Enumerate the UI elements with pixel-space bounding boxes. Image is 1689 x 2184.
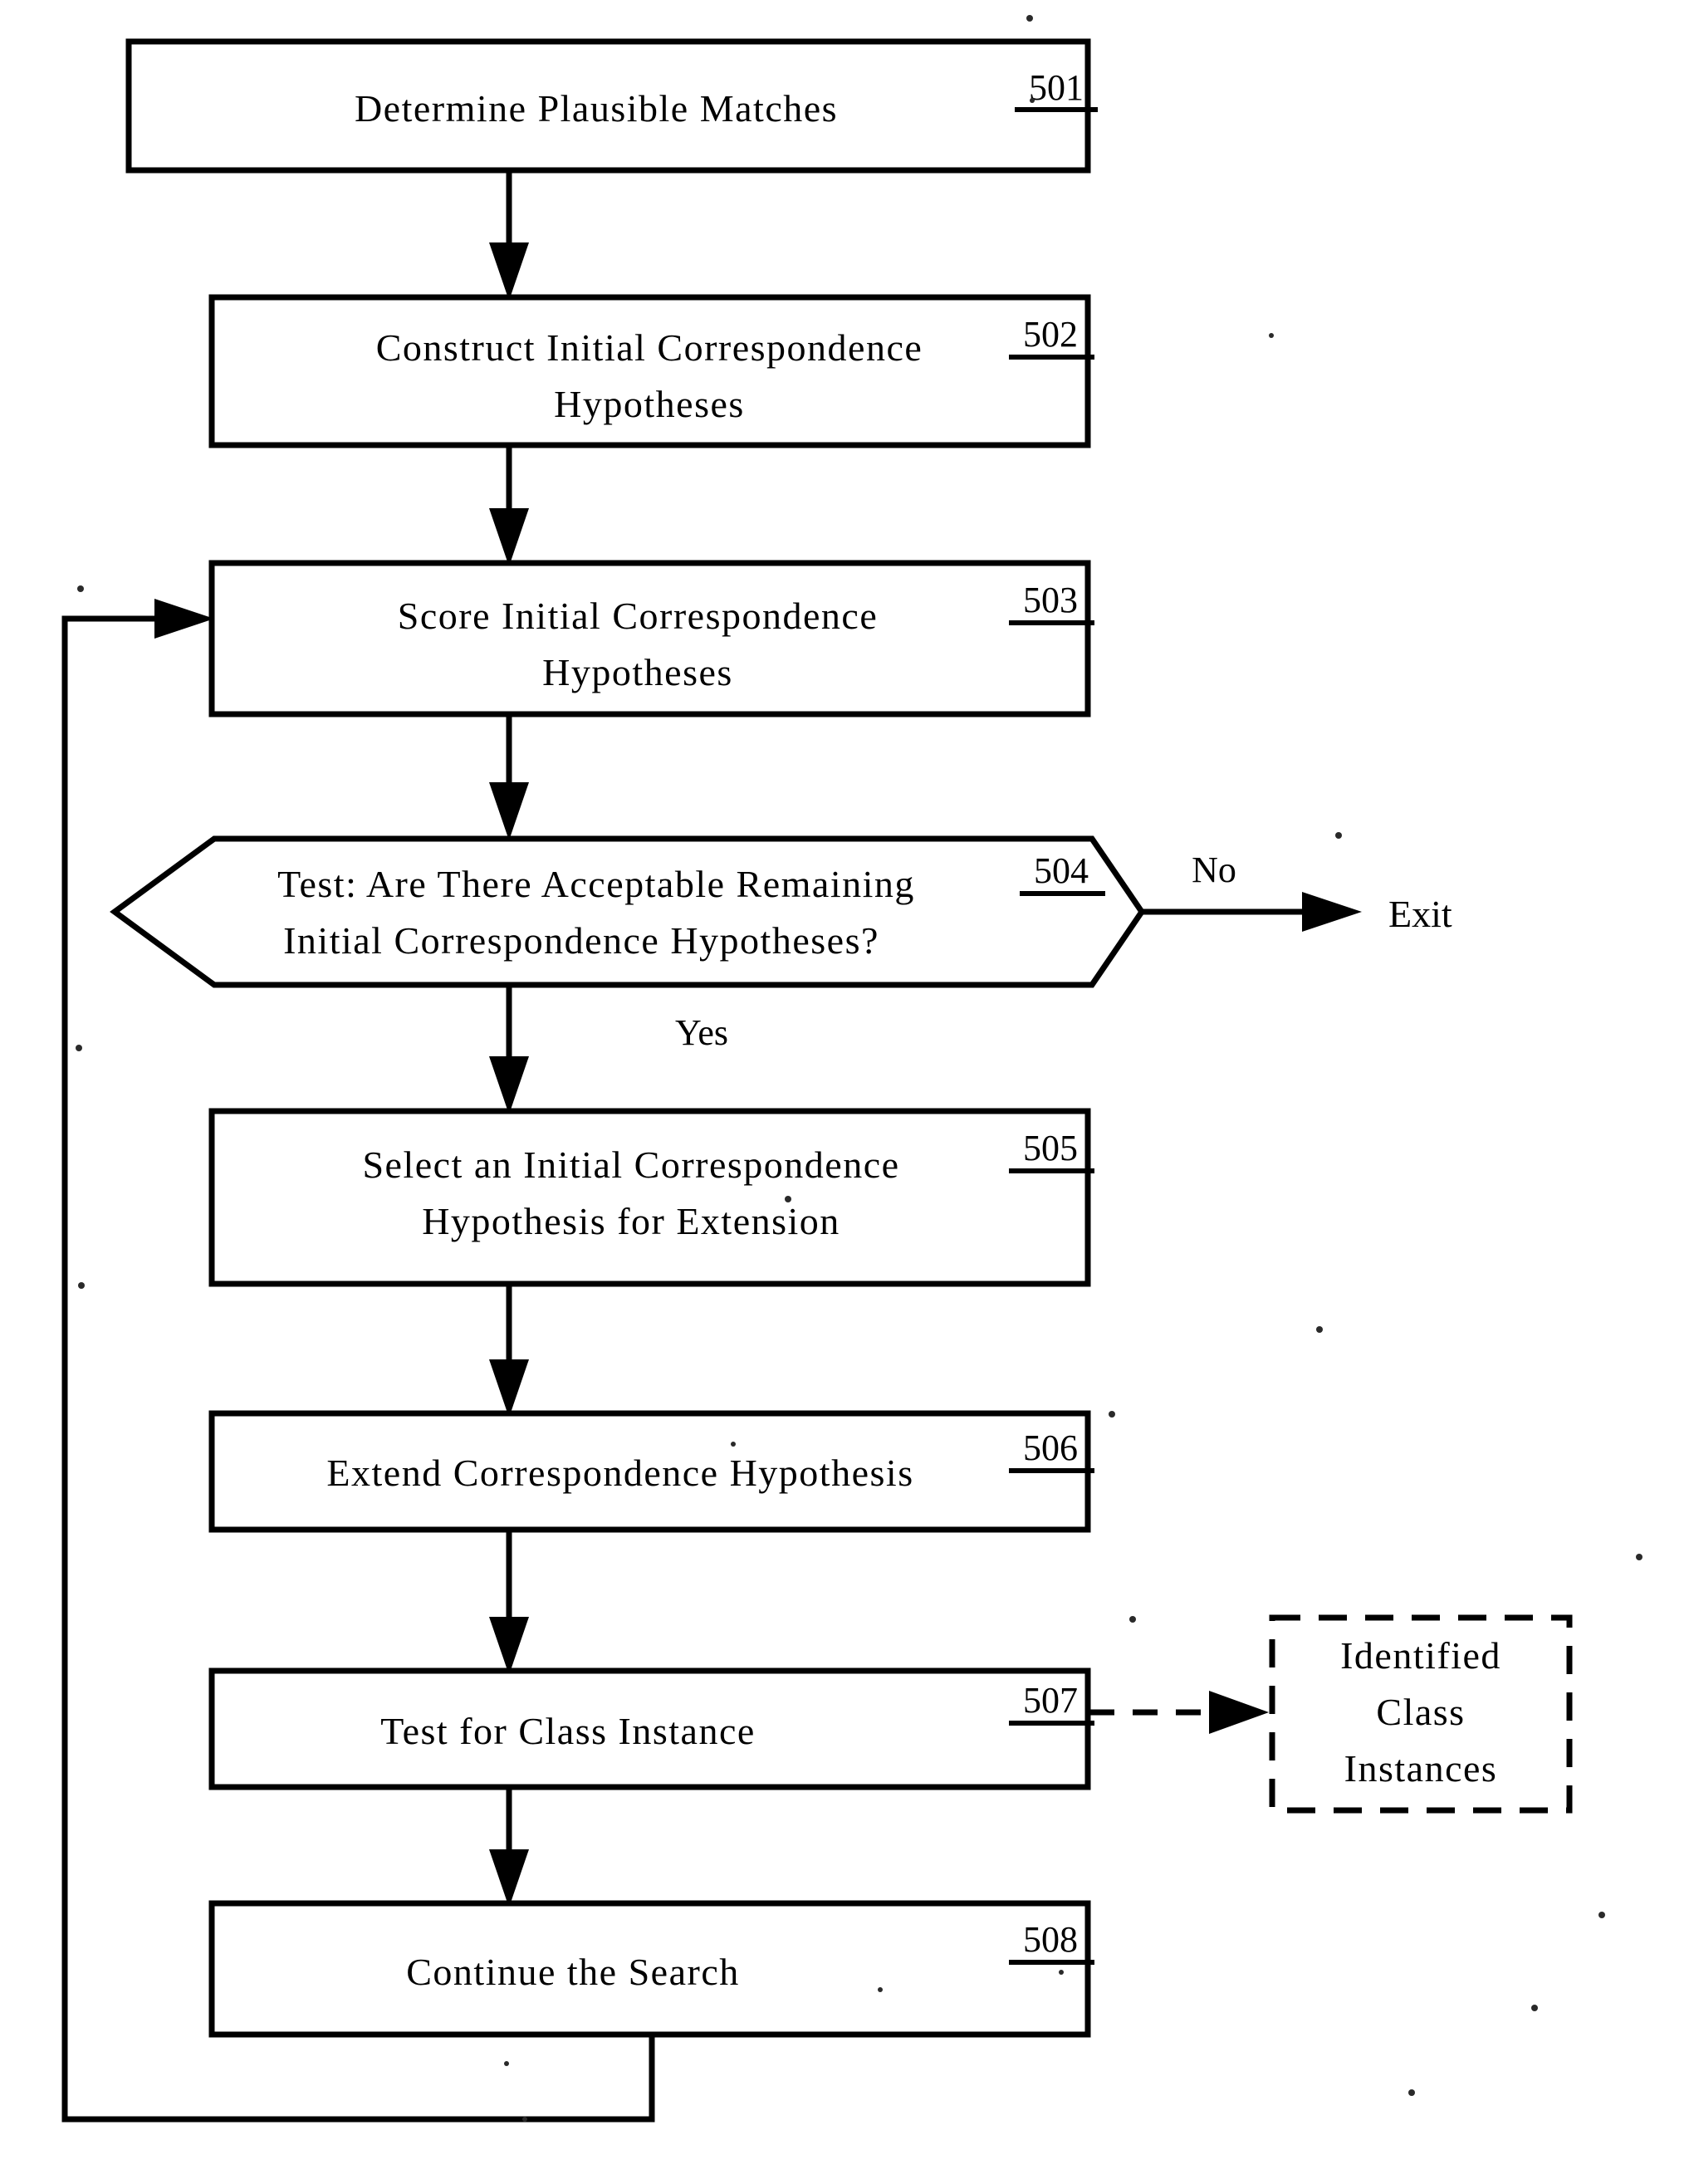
- node-502[interactable]: Construct Initial Correspondence Hypothe…: [208, 294, 1094, 448]
- node-503[interactable]: Score Initial Correspondence Hypotheses …: [208, 560, 1094, 717]
- node-505[interactable]: Select an Initial Correspondence Hypothe…: [208, 1108, 1094, 1287]
- connector-feedback-loop-508-to-503: [61, 599, 655, 2123]
- node-507-ref: 507: [1023, 1680, 1078, 1721]
- node-508[interactable]: Continue the Search 508: [208, 1900, 1094, 2038]
- connector-506-to-507: [489, 1528, 529, 1675]
- node-504-ref: 504: [1034, 850, 1089, 891]
- node-503-line-2: Hypotheses: [542, 651, 733, 693]
- edge-label-no: No: [1192, 850, 1236, 890]
- connector-507-to-identified-class-instances: [1089, 1691, 1269, 1734]
- node-506-ref: 506: [1023, 1427, 1078, 1468]
- node-508-line-1: Continue the Search: [406, 1951, 740, 1993]
- terminal-exit-label: Exit: [1388, 893, 1452, 935]
- node-501[interactable]: Determine Plausible Matches 501: [125, 38, 1098, 174]
- node-503-ref: 503: [1023, 580, 1078, 620]
- node-507-line-1: Test for Class Instance: [380, 1710, 756, 1752]
- flowchart-figure: Determine Plausible Matches 501 Construc…: [0, 0, 1689, 2184]
- identified-class-instances-line-1: Identified: [1340, 1634, 1501, 1677]
- node-identified-class-instances[interactable]: Identified Class Instances: [1269, 1614, 1573, 1814]
- connector-503-to-504: [489, 714, 529, 840]
- connector-507-to-508: [489, 1785, 529, 1907]
- identified-class-instances-line-3: Instances: [1344, 1747, 1498, 1790]
- node-501-line-1: Determine Plausible Matches: [355, 87, 838, 130]
- node-501-ref: 501: [1029, 67, 1084, 108]
- node-504-decision[interactable]: Test: Are There Acceptable Remaining Ini…: [110, 835, 1146, 988]
- node-504-line-1: Test: Are There Acceptable Remaining: [277, 863, 915, 905]
- connector-502-to-503: [489, 443, 529, 566]
- node-502-ref: 502: [1023, 314, 1078, 355]
- node-506-line-1: Extend Correspondence Hypothesis: [326, 1452, 913, 1494]
- node-505-line-2: Hypothesis for Extension: [422, 1200, 840, 1242]
- flowchart-canvas: Determine Plausible Matches 501 Construc…: [61, 15, 1642, 2123]
- node-503-line-1: Score Initial Correspondence: [398, 595, 878, 637]
- node-508-ref: 508: [1023, 1919, 1078, 1960]
- node-506[interactable]: Extend Correspondence Hypothesis 506: [208, 1410, 1094, 1533]
- node-507[interactable]: Test for Class Instance 507: [208, 1667, 1094, 1790]
- identified-class-instances-line-2: Class: [1376, 1691, 1465, 1733]
- edge-label-yes: Yes: [675, 1012, 728, 1053]
- connector-505-to-506: [489, 1283, 529, 1418]
- node-502-line-2: Hypotheses: [554, 383, 745, 425]
- node-505-line-1: Select an Initial Correspondence: [362, 1143, 899, 1186]
- node-505-ref: 505: [1023, 1128, 1078, 1168]
- connector-504-to-505-yes: [489, 986, 529, 1114]
- node-504-line-2: Initial Correspondence Hypotheses?: [283, 919, 879, 962]
- connector-504-to-exit-no: [1142, 892, 1362, 932]
- node-502-line-1: Construct Initial Correspondence: [376, 326, 923, 369]
- connector-501-to-502: [489, 170, 529, 301]
